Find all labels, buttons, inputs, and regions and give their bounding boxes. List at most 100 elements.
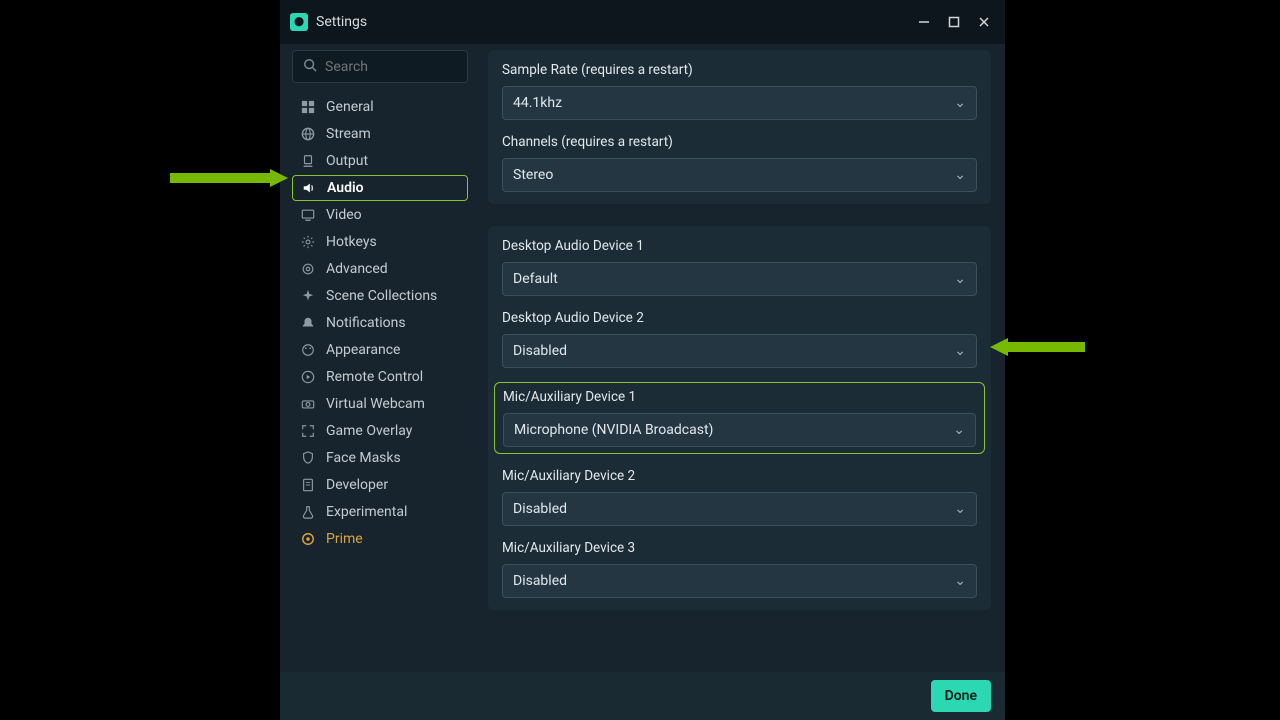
select-value: Disabled: [513, 501, 567, 517]
select-mic-aux-1[interactable]: Microphone (NVIDIA Broadcast) ⌄: [503, 413, 976, 447]
select-sample-rate[interactable]: 44.1khz ⌄: [502, 86, 977, 120]
prime-icon: [300, 531, 316, 547]
shield-icon: [300, 450, 316, 466]
palette-icon: [300, 342, 316, 358]
field-label: Sample Rate (requires a restart): [502, 62, 977, 78]
sidebar-item-label: Remote Control: [326, 369, 423, 385]
chevron-down-icon: ⌄: [954, 271, 966, 287]
settings-window: ⬤ Settings General Stream Output: [280, 0, 1005, 720]
expand-icon: [300, 423, 316, 439]
titlebar: ⬤ Settings: [280, 0, 1005, 44]
sidebar-item-output[interactable]: Output: [292, 148, 468, 174]
field-label: Mic/Auxiliary Device 3: [502, 540, 977, 556]
sidebar-item-audio[interactable]: Audio: [292, 175, 468, 201]
field-label: Channels (requires a restart): [502, 134, 977, 150]
field-mic-aux-3: Mic/Auxiliary Device 3 Disabled ⌄: [502, 540, 977, 598]
sidebar-item-face-masks[interactable]: Face Masks: [292, 445, 468, 471]
field-sample-rate: Sample Rate (requires a restart) 44.1khz…: [502, 62, 977, 120]
select-desktop-audio-1[interactable]: Default ⌄: [502, 262, 977, 296]
chevron-down-icon: ⌄: [954, 167, 966, 183]
globe-icon: [300, 126, 316, 142]
flask-icon: [300, 504, 316, 520]
sidebar-item-label: Developer: [326, 477, 388, 493]
select-value: Default: [513, 271, 558, 287]
field-label: Desktop Audio Device 1: [502, 238, 977, 254]
sidebar-item-hotkeys[interactable]: Hotkeys: [292, 229, 468, 255]
maximize-button[interactable]: [943, 11, 965, 33]
sidebar-item-label: Experimental: [326, 504, 407, 520]
sidebar-item-label: Scene Collections: [326, 288, 437, 304]
select-value: Stereo: [513, 167, 553, 183]
close-button[interactable]: [973, 11, 995, 33]
camera-icon: [300, 396, 316, 412]
sidebar-item-advanced[interactable]: Advanced: [292, 256, 468, 282]
done-button[interactable]: Done: [931, 680, 991, 712]
sidebar-item-stream[interactable]: Stream: [292, 121, 468, 147]
sparkle-icon: [300, 288, 316, 304]
sidebar-item-virtual-webcam[interactable]: Virtual Webcam: [292, 391, 468, 417]
field-label: Mic/Auxiliary Device 2: [502, 468, 977, 484]
field-label: Desktop Audio Device 2: [502, 310, 977, 326]
sidebar-item-video[interactable]: Video: [292, 202, 468, 228]
sidebar-item-label: Hotkeys: [326, 234, 377, 250]
chevron-down-icon: ⌄: [954, 501, 966, 517]
gear-icon: [300, 234, 316, 250]
sidebar-item-game-overlay[interactable]: Game Overlay: [292, 418, 468, 444]
window-title: Settings: [316, 14, 367, 30]
sidebar-item-label: Audio: [327, 180, 364, 196]
sidebar-item-label: Prime: [326, 531, 363, 547]
footer: Done: [280, 672, 1005, 720]
app-icon: ⬤: [290, 13, 308, 31]
sidebar-item-scene-collections[interactable]: Scene Collections: [292, 283, 468, 309]
select-mic-aux-2[interactable]: Disabled ⌄: [502, 492, 977, 526]
sidebar-item-label: Advanced: [326, 261, 388, 277]
sidebar-item-label: Virtual Webcam: [326, 396, 425, 412]
chevron-down-icon: ⌄: [954, 343, 966, 359]
select-value: Microphone (NVIDIA Broadcast): [514, 422, 713, 438]
sidebar-item-appearance[interactable]: Appearance: [292, 337, 468, 363]
sidebar-item-label: General: [326, 99, 374, 115]
annotation-arrow-left: [170, 169, 288, 187]
select-value: 44.1khz: [513, 95, 562, 111]
sidebar-item-prime[interactable]: Prime: [292, 526, 468, 552]
search-icon: [303, 57, 317, 76]
bell-icon: [300, 315, 316, 331]
select-mic-aux-3[interactable]: Disabled ⌄: [502, 564, 977, 598]
chevron-down-icon: ⌄: [953, 422, 965, 438]
grid-icon: [300, 99, 316, 115]
document-icon: [300, 477, 316, 493]
monitor-icon: [300, 207, 316, 223]
sidebar-item-label: Appearance: [326, 342, 400, 358]
sidebar-item-label: Game Overlay: [326, 423, 412, 439]
select-channels[interactable]: Stereo ⌄: [502, 158, 977, 192]
sidebar-item-general[interactable]: General: [292, 94, 468, 120]
field-desktop-audio-1: Desktop Audio Device 1 Default ⌄: [502, 238, 977, 296]
search-input[interactable]: [325, 59, 503, 75]
field-channels: Channels (requires a restart) Stereo ⌄: [502, 134, 977, 192]
field-mic-aux-1: Mic/Auxiliary Device 1 Microphone (NVIDI…: [494, 382, 985, 454]
panel-audio-format: Sample Rate (requires a restart) 44.1khz…: [488, 50, 991, 204]
sidebar-item-label: Notifications: [326, 315, 406, 331]
chevron-down-icon: ⌄: [954, 573, 966, 589]
sidebar-item-label: Output: [326, 153, 368, 169]
select-desktop-audio-2[interactable]: Disabled ⌄: [502, 334, 977, 368]
select-value: Disabled: [513, 573, 567, 589]
sidebar-item-label: Stream: [326, 126, 371, 142]
minimize-button[interactable]: [913, 11, 935, 33]
chevron-down-icon: ⌄: [954, 95, 966, 111]
select-value: Disabled: [513, 343, 567, 359]
search-box[interactable]: [292, 50, 468, 83]
field-label: Mic/Auxiliary Device 1: [503, 389, 976, 405]
speaker-icon: [301, 180, 317, 196]
sidebar-item-developer[interactable]: Developer: [292, 472, 468, 498]
play-icon: [300, 369, 316, 385]
sliders-icon: [300, 261, 316, 277]
sidebar-item-label: Face Masks: [326, 450, 401, 466]
field-desktop-audio-2: Desktop Audio Device 2 Disabled ⌄: [502, 310, 977, 368]
sidebar-item-experimental[interactable]: Experimental: [292, 499, 468, 525]
panel-audio-devices: Desktop Audio Device 1 Default ⌄ Desktop…: [488, 226, 991, 610]
sidebar-item-label: Video: [326, 207, 362, 223]
sidebar-item-remote-control[interactable]: Remote Control: [292, 364, 468, 390]
output-icon: [300, 153, 316, 169]
sidebar-item-notifications[interactable]: Notifications: [292, 310, 468, 336]
